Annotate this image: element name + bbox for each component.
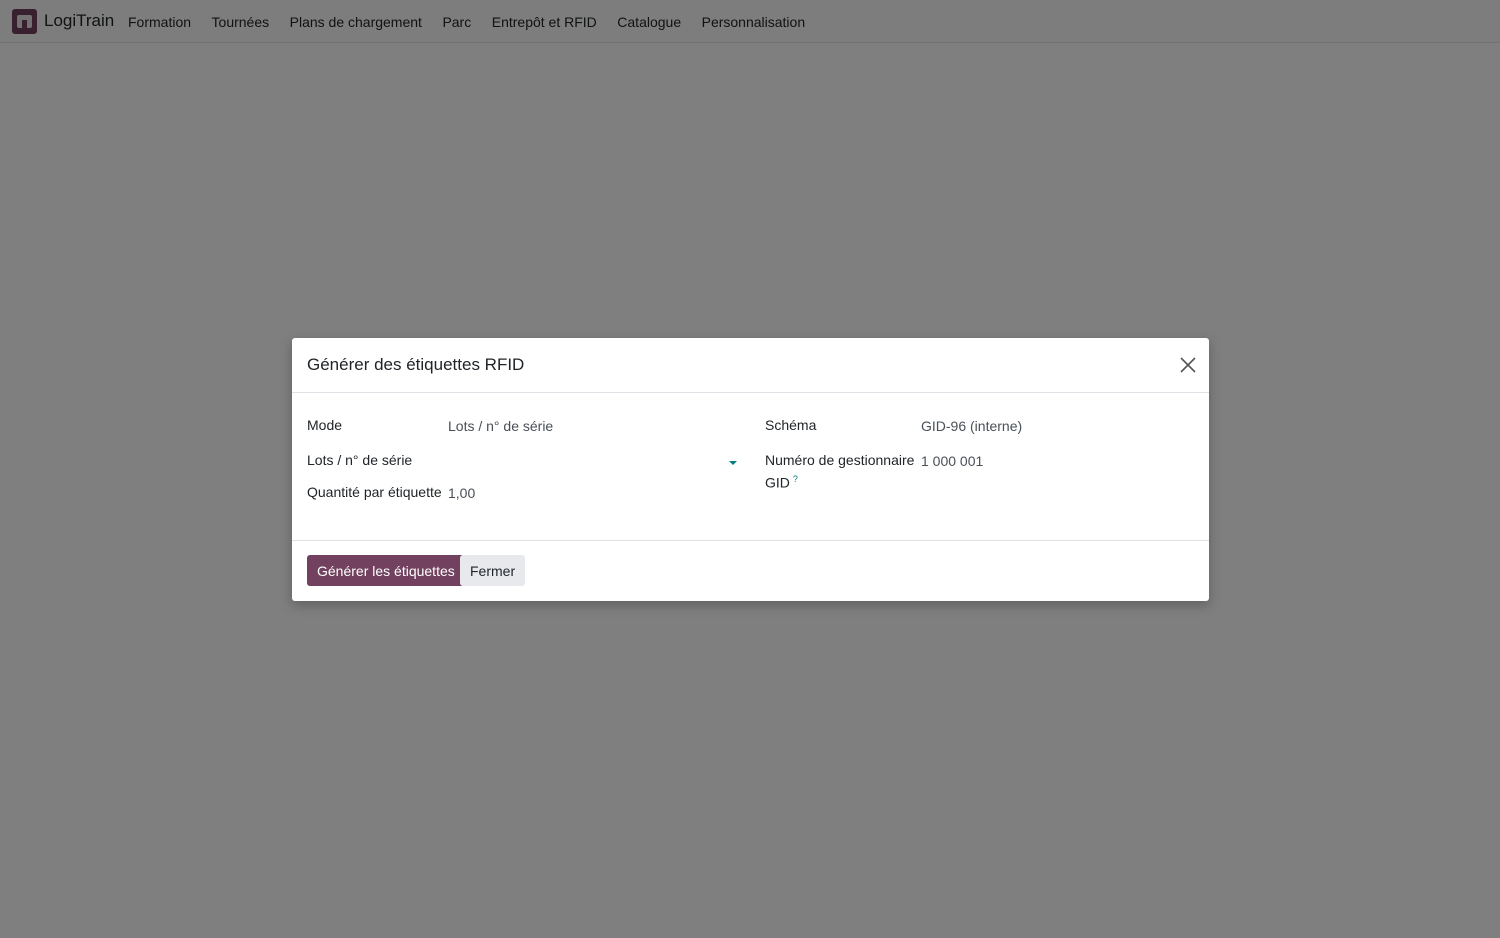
schema-label: Schéma <box>765 417 817 433</box>
gid-label-line1: Numéro de gestionnaire <box>765 452 915 468</box>
qty-value[interactable]: 1,00 <box>448 484 475 503</box>
dialog-footer: Générer les étiquettes Fermer <box>292 540 1209 601</box>
close-icon[interactable] <box>1179 356 1197 374</box>
gid-label-line2: GID <box>765 474 790 491</box>
generate-labels-button[interactable]: Générer les étiquettes <box>307 555 465 586</box>
dialog-body: Mode Lots / n° de série Lots / n° de sér… <box>292 393 1209 540</box>
rfid-labels-dialog: Générer des étiquettes RFID Mode Lots / … <box>292 338 1209 601</box>
close-button[interactable]: Fermer <box>460 555 526 586</box>
gid-value[interactable]: 1 000 001 <box>921 452 983 471</box>
schema-value[interactable]: GID-96 (interne) <box>921 417 1022 436</box>
lots-label: Lots / n° de série <box>307 452 413 468</box>
help-tooltip-icon[interactable]: ? <box>793 474 798 484</box>
dialog-header: Générer des étiquettes RFID <box>292 338 1209 393</box>
dialog-title: Générer des étiquettes RFID <box>307 355 525 374</box>
lots-select[interactable] <box>448 452 737 474</box>
caret-down-icon[interactable] <box>729 461 737 465</box>
gid-label: GID? <box>765 470 798 493</box>
qty-label: Quantité par étiquette <box>307 484 442 500</box>
mode-value[interactable]: Lots / n° de série <box>448 417 553 436</box>
mode-label: Mode <box>307 417 343 433</box>
